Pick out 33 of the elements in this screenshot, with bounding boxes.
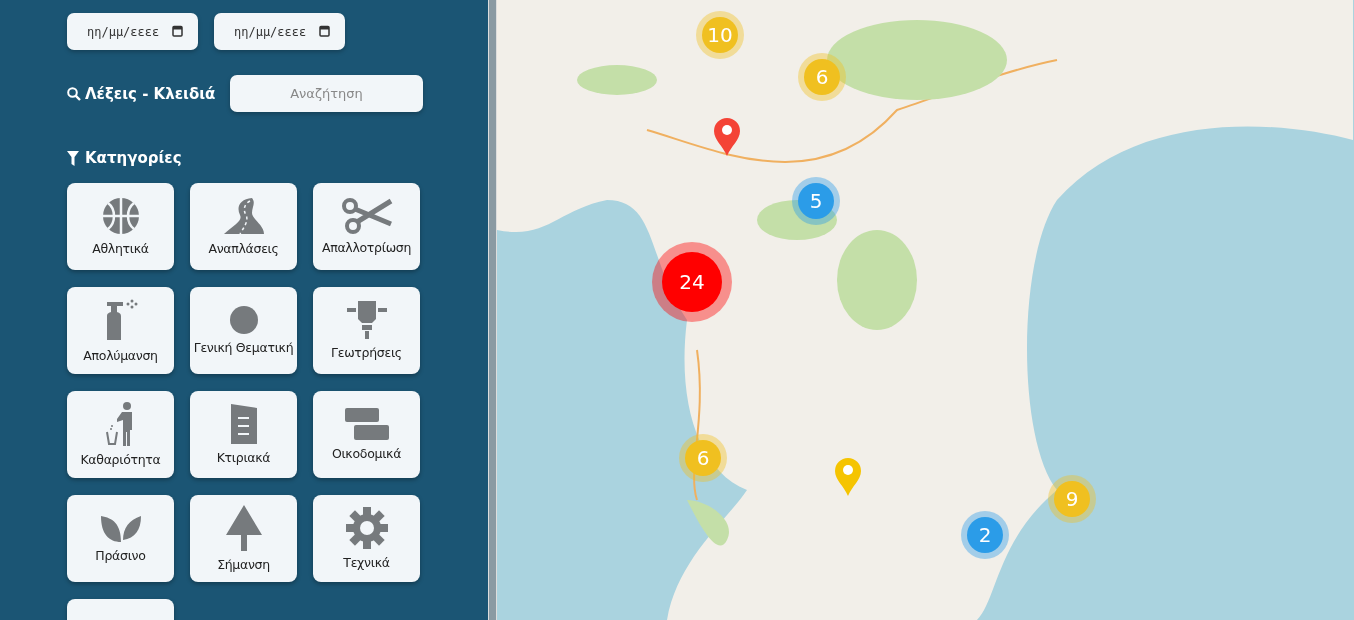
filter-icon: [67, 150, 79, 166]
bricks-icon: [344, 408, 389, 440]
map-pin-icon[interactable]: [714, 118, 740, 156]
category-button[interactable]: Κτιριακά: [190, 391, 297, 478]
category-button[interactable]: Οικοδομικά: [313, 391, 420, 478]
calendar-icon: [172, 25, 183, 37]
category-button[interactable]: Απολύμανση: [67, 287, 174, 374]
category-button[interactable]: Σήμανση: [190, 495, 297, 582]
category-button[interactable]: Γεωτρήσεις: [313, 287, 420, 374]
category-button[interactable]: Αθλητικά: [67, 183, 174, 270]
panel-splitter[interactable]: [488, 0, 497, 620]
drill-icon: [346, 301, 387, 339]
arrow-up-icon: [225, 505, 262, 551]
category-button[interactable]: Απαλλοτρίωση: [313, 183, 420, 270]
category-button[interactable]: Πράσινο: [67, 495, 174, 582]
category-button[interactable]: Τεχνικά: [313, 495, 420, 582]
calendar-icon: [319, 25, 330, 37]
building-icon: [230, 404, 257, 444]
circle-icon: [229, 306, 258, 334]
map-pin-icon[interactable]: [835, 458, 861, 496]
search-field[interactable]: Αναζήτηση: [230, 75, 423, 112]
leaves-icon: [100, 514, 141, 542]
category-button[interactable]: Καθαριότητα: [67, 391, 174, 478]
gear-icon: [345, 507, 388, 549]
search-icon: [67, 86, 81, 101]
date-field[interactable]: ηη/μμ/εεεε: [67, 13, 198, 50]
scissors-icon: [340, 198, 393, 234]
keywords-label: Λέξεις - Κλειδιά: [85, 84, 216, 103]
date-field[interactable]: ηη/μμ/εεεε: [214, 13, 345, 50]
category-button[interactable]: Αναπλάσεις: [190, 183, 297, 270]
category-button[interactable]: Γενική Θεματική: [190, 287, 297, 374]
basketball-icon: [101, 197, 140, 235]
categories-heading: Κατηγορίες: [85, 149, 182, 167]
